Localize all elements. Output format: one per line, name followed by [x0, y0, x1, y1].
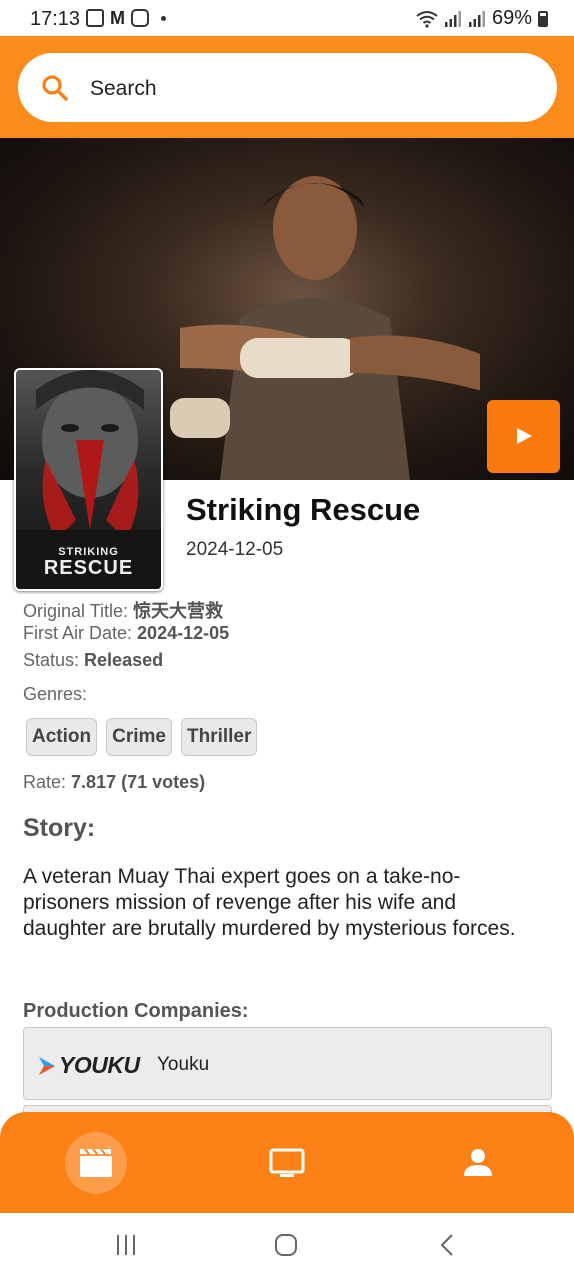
production-companies-heading: Production Companies:: [23, 1000, 249, 1022]
profile-icon: [464, 1149, 492, 1176]
home-icon[interactable]: [274, 1233, 298, 1257]
genre-chip[interactable]: Thriller: [180, 718, 258, 756]
rate-row: Rate: 7.817 (71 votes): [23, 772, 205, 793]
signal-icon: [444, 10, 461, 27]
movie-title: Striking Rescue: [186, 492, 421, 527]
gallery-icon: [86, 9, 104, 27]
status-bar: 17:13 M 69%: [0, 0, 574, 36]
status-value: Released: [84, 650, 164, 670]
movie-poster: STRIKING RESCUE: [14, 368, 163, 591]
first-air-date-label: First Air Date:: [23, 623, 133, 643]
first-air-date-row: First Air Date: 2024-12-05: [23, 623, 229, 644]
play-icon: [517, 428, 532, 444]
company-logo-text: YOUKU: [59, 1052, 140, 1078]
bottom-nav: [0, 1112, 574, 1213]
company-name: Youku: [157, 1054, 210, 1075]
status-label: Status:: [23, 650, 80, 670]
instagram-icon: [131, 9, 149, 27]
search-input[interactable]: Search: [18, 53, 557, 122]
original-title-value: 惊天大营救: [133, 601, 224, 621]
signal-icon: [468, 10, 485, 27]
rate-value: 7.817 (71 votes): [71, 772, 206, 792]
more-notifications-icon: [161, 15, 166, 21]
nav-profile[interactable]: [447, 1132, 509, 1194]
genres-label: Genres:: [23, 684, 88, 704]
battery-percent: 69%: [491, 7, 532, 29]
status-row: Status: Released: [23, 650, 163, 671]
poster-logo: STRIKING RESCUE: [16, 546, 161, 578]
app-header: Search: [0, 36, 574, 138]
gmail-icon: M: [110, 8, 125, 28]
nav-tv[interactable]: [256, 1132, 318, 1194]
movies-icon: [80, 1148, 112, 1177]
battery-icon: [538, 10, 548, 27]
back-icon[interactable]: [436, 1233, 460, 1257]
tv-icon: [269, 1148, 305, 1177]
original-title-label: Original Title:: [23, 601, 129, 621]
company-logo: YOUKU: [38, 1052, 140, 1079]
story-text: A veteran Muay Thai expert goes on a tak…: [23, 865, 516, 940]
nav-movies[interactable]: [65, 1132, 127, 1194]
search-icon: [42, 75, 68, 101]
first-air-date-value: 2024-12-05: [137, 623, 230, 643]
notification-icons: M: [86, 9, 166, 27]
genre-chip[interactable]: Action: [26, 718, 98, 756]
company-card[interactable]: YOUKU Youku: [23, 1027, 552, 1100]
genres-list: Action Crime Thriller: [26, 718, 258, 756]
genre-chip[interactable]: Crime: [106, 718, 172, 756]
backdrop-figure: [170, 176, 480, 480]
recent-apps-icon[interactable]: [114, 1233, 138, 1257]
youku-logo-icon: [39, 1056, 55, 1075]
system-nav-bar: [0, 1213, 574, 1280]
original-title-row: Original Title: 惊天大营救: [23, 597, 223, 623]
poster-logo-line2: RESCUE: [43, 557, 134, 579]
system-status: 69%: [416, 7, 548, 30]
status-time: 17:13: [30, 8, 81, 30]
search-placeholder: Search: [90, 77, 157, 100]
release-date: 2024-12-05: [186, 539, 284, 560]
story-heading: Story:: [23, 814, 96, 842]
play-trailer-button[interactable]: [487, 400, 560, 473]
rate-label: Rate:: [23, 772, 67, 792]
wifi-icon: [416, 10, 438, 28]
